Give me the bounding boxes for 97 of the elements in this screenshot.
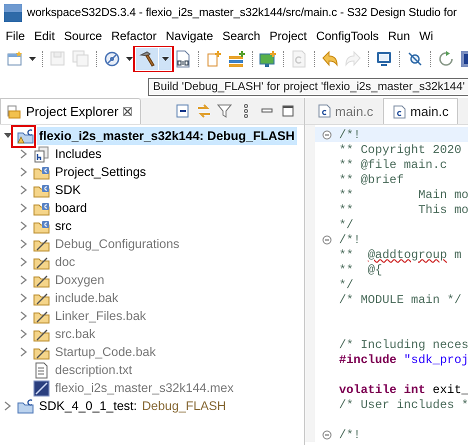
tree-item[interactable]: src.bak <box>0 325 304 343</box>
tree-item[interactable]: Debug_Configurations <box>0 235 304 253</box>
close-icon[interactable] <box>123 107 132 116</box>
tree-item[interactable]: board <box>0 199 304 217</box>
monitor-icon <box>259 50 277 68</box>
hammer-icon <box>138 50 156 68</box>
hammer-button[interactable] <box>136 48 158 70</box>
project-folder-icon <box>17 128 34 144</box>
tree-item[interactable]: include.bak <box>0 289 304 307</box>
window-title: workspaceS32DS.3.4 - flexio_i2s_master_s32k144/src/main.c - S32 Design Studio for <box>27 7 457 19</box>
includes-icon <box>33 146 50 162</box>
collapsed-chevron-icon[interactable] <box>20 347 28 357</box>
caret-icon <box>126 57 132 61</box>
code-line: /* MODULE main */ <box>339 292 462 306</box>
tree-item[interactable]: SDK <box>0 181 304 199</box>
mex-file-icon <box>33 380 50 396</box>
undo-arrow-icon <box>321 50 339 68</box>
code-line: /*! <box>339 232 361 246</box>
menu-item[interactable]: Source <box>59 29 107 43</box>
c-file-icon <box>317 104 331 118</box>
text-file-icon <box>33 362 50 378</box>
explorer-icon <box>7 104 21 118</box>
collapsed-chevron-icon[interactable] <box>20 239 28 249</box>
code-line: ** @file main.c <box>339 158 448 172</box>
collapsed-chevron-icon[interactable] <box>20 167 28 177</box>
new-file-icon <box>6 50 24 68</box>
code-line: /* Including neces <box>339 338 468 352</box>
layers-icon <box>228 50 246 68</box>
tree-item[interactable]: Startup_Code.bak <box>0 343 304 361</box>
dropdown-button[interactable] <box>159 48 171 70</box>
filter-icon[interactable] <box>217 103 233 119</box>
code-line: ** @{ <box>339 262 382 276</box>
code-line: ** This mo <box>339 202 468 216</box>
code-line: /* User includes * <box>339 398 468 412</box>
code-line: /*! <box>339 428 361 442</box>
collapsed-chevron-icon[interactable] <box>4 401 12 411</box>
code-line: ** @addtogroup m <box>339 248 462 262</box>
tooltip: Build 'Debug_FLASH' for project 'flexio_i2s_master_s32k144' <box>148 78 468 96</box>
menu-item[interactable]: Wi <box>414 29 438 43</box>
tree-item[interactable]: doc <box>0 253 304 271</box>
collapsed-chevron-icon[interactable] <box>20 275 28 285</box>
code-line: ** Main mo <box>339 188 468 202</box>
menu-item[interactable]: Project <box>264 29 312 43</box>
project-folder-icon <box>17 398 34 414</box>
code-line: ** @brief <box>339 172 404 186</box>
layers-button[interactable] <box>226 48 248 70</box>
code-line: ** Copyright 2020 <box>339 142 462 156</box>
menu-item[interactable]: Navigate <box>161 29 218 43</box>
menu-item[interactable]: ConfigTools <box>312 29 384 43</box>
tree-item[interactable]: Includes <box>0 145 304 163</box>
collapsed-chevron-icon[interactable] <box>20 293 28 303</box>
redo-arrow-icon <box>344 50 362 68</box>
app-logo-icon <box>4 4 22 22</box>
caret-icon <box>28 57 36 61</box>
collapsed-chevron-icon[interactable] <box>20 329 28 339</box>
save-icon <box>49 50 67 68</box>
fold-toggle-icon[interactable] <box>322 130 332 140</box>
collapsed-chevron-icon[interactable] <box>20 149 28 159</box>
menu-item[interactable]: File <box>1 29 30 43</box>
tree-item[interactable]: Project_Settings <box>0 163 304 181</box>
menu-item[interactable]: Run <box>383 29 415 43</box>
tree-item[interactable]: Linker_Files.bak <box>0 307 304 325</box>
new-file-icon <box>205 50 223 68</box>
collapse-all-icon[interactable] <box>175 103 191 119</box>
code-line: /*! <box>339 128 361 142</box>
menu-item[interactable]: Edit <box>30 29 60 43</box>
tree-item[interactable]: Doxygen <box>0 271 304 289</box>
menu-item[interactable]: Search <box>218 29 265 43</box>
editor-tab[interactable]: main.c <box>383 98 458 124</box>
code-line: */ <box>339 218 354 232</box>
save-all-icon <box>72 50 90 68</box>
caret-icon <box>162 57 168 61</box>
menu-item[interactable]: Refactor <box>106 29 162 43</box>
c-file-icon <box>392 104 406 118</box>
fold-toggle-icon[interactable] <box>322 234 332 244</box>
collapsed-chevron-icon[interactable] <box>20 203 28 213</box>
rerun-icon <box>437 50 455 68</box>
collapsed-chevron-icon[interactable] <box>20 311 28 321</box>
code-line: */ <box>339 278 354 292</box>
tree-item[interactable]: description.txt <box>0 361 304 379</box>
fold-toggle-icon[interactable] <box>322 430 332 440</box>
binary-file-icon <box>174 50 192 68</box>
monitor-button[interactable] <box>257 48 279 70</box>
probe-icon <box>406 50 424 68</box>
collapsed-chevron-icon[interactable] <box>20 185 28 195</box>
tree-item[interactable]: flexio_i2s_master_s32k144.mex <box>0 379 304 397</box>
link-arrows-icon[interactable] <box>196 103 212 119</box>
monitor-icon <box>375 50 393 68</box>
collapsed-chevron-icon[interactable] <box>20 257 28 267</box>
project-explorer-tab[interactable]: Project Explorer <box>0 98 142 124</box>
tree-item[interactable]: src <box>0 217 304 235</box>
editor-tab[interactable]: main.c <box>309 98 382 124</box>
collapsed-chevron-icon[interactable] <box>20 221 28 231</box>
tree-item[interactable]: SDK_4_0_1_test: Debug_FLASH <box>0 397 304 415</box>
code-line: #include "sdk_proj <box>339 352 468 366</box>
c-file-icon <box>290 50 308 68</box>
maximize-icon[interactable] <box>280 103 296 119</box>
